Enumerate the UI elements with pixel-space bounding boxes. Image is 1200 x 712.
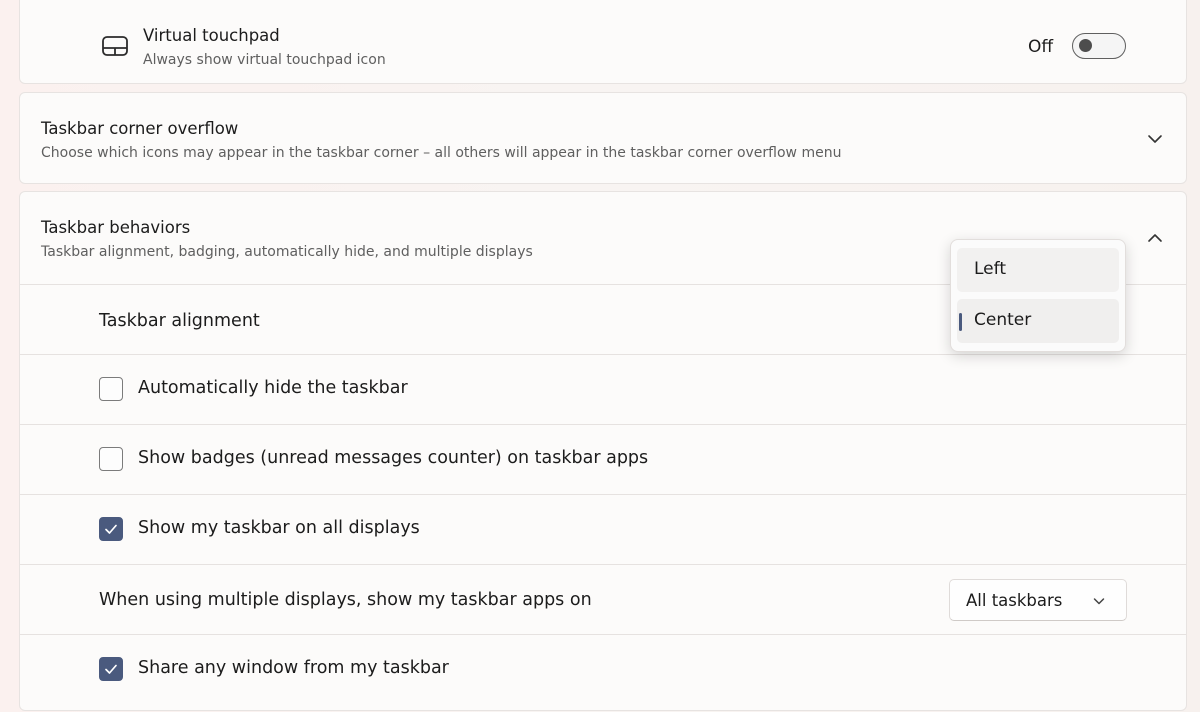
- badges-label: Show badges (unread messages counter) on…: [138, 448, 649, 468]
- toggle-knob: [1079, 39, 1092, 52]
- corner-overflow-description: Choose which icons may appear in the tas…: [41, 145, 842, 161]
- touchpad-icon: [102, 36, 128, 56]
- dropdown-value: All taskbars: [966, 591, 1063, 610]
- share-window-row[interactable]: Share any window from my taskbar: [20, 634, 1186, 712]
- share-window-checkbox[interactable]: [99, 657, 123, 681]
- corner-overflow-title: Taskbar corner overflow: [41, 119, 239, 138]
- taskbar-alignment-label: Taskbar alignment: [99, 311, 260, 331]
- multi-display-apps-dropdown[interactable]: All taskbars: [949, 579, 1127, 621]
- checkmark-icon: [105, 524, 117, 534]
- chevron-down-icon[interactable]: [1146, 130, 1164, 148]
- alignment-option-center-label: Center: [974, 310, 1032, 330]
- taskbar-behaviors-title: Taskbar behaviors: [41, 218, 191, 237]
- badges-checkbox[interactable]: [99, 447, 123, 471]
- badges-row[interactable]: Show badges (unread messages counter) on…: [20, 424, 1186, 494]
- all-displays-row[interactable]: Show my taskbar on all displays: [20, 494, 1186, 564]
- taskbar-behaviors-description: Taskbar alignment, badging, automaticall…: [41, 244, 533, 260]
- all-displays-label: Show my taskbar on all displays: [138, 518, 420, 538]
- virtual-touchpad-description: Always show virtual touchpad icon: [143, 52, 386, 68]
- share-window-label: Share any window from my taskbar: [138, 658, 449, 678]
- alignment-option-left-label: Left: [974, 259, 1006, 279]
- corner-overflow-card[interactable]: Taskbar corner overflow Choose which ico…: [19, 92, 1187, 184]
- multi-display-apps-label: When using multiple displays, show my ta…: [99, 590, 592, 610]
- chevron-up-icon[interactable]: [1146, 229, 1164, 247]
- virtual-touchpad-title: Virtual touchpad: [143, 26, 280, 45]
- all-displays-checkbox[interactable]: [99, 517, 123, 541]
- checkmark-icon: [105, 664, 117, 674]
- toggle-state-label: Off: [1028, 37, 1054, 57]
- selection-indicator: [959, 313, 962, 331]
- alignment-option-left[interactable]: Left: [957, 248, 1119, 292]
- virtual-touchpad-toggle[interactable]: [1072, 33, 1126, 59]
- alignment-option-center[interactable]: Center: [957, 299, 1119, 343]
- virtual-touchpad-card: Virtual touchpad Always show virtual tou…: [19, 0, 1187, 84]
- taskbar-alignment-flyout: Left Center: [950, 239, 1126, 352]
- auto-hide-row[interactable]: Automatically hide the taskbar: [20, 354, 1186, 424]
- auto-hide-checkbox[interactable]: [99, 377, 123, 401]
- chevron-down-icon: [1093, 598, 1105, 605]
- multi-display-apps-row: When using multiple displays, show my ta…: [20, 564, 1186, 634]
- auto-hide-label: Automatically hide the taskbar: [138, 378, 408, 398]
